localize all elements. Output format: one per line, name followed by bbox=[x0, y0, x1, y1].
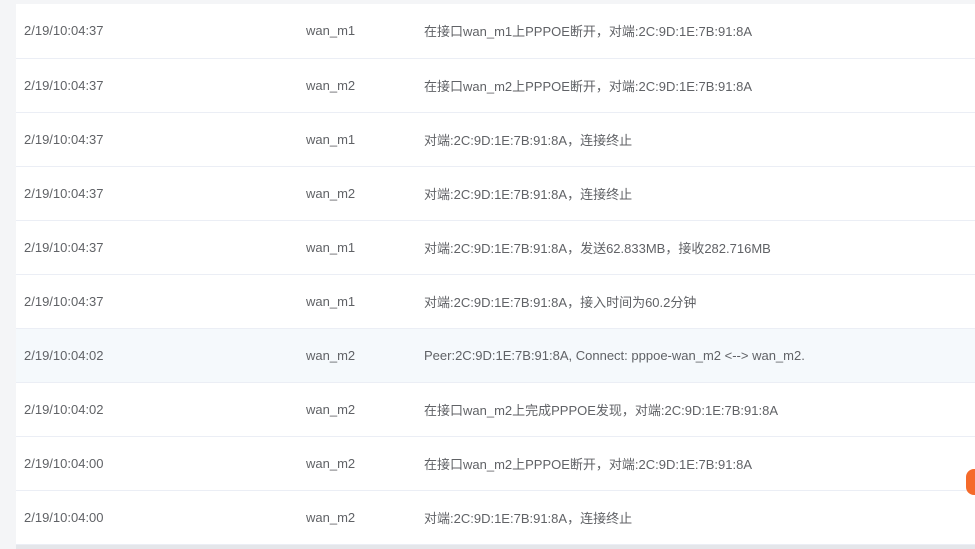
table-row[interactable]: 2/19/10:04:37 wan_m1 对端:2C:9D:1E:7B:91:8… bbox=[16, 274, 975, 328]
log-time: 2/19/10:04:00 bbox=[24, 455, 104, 471]
log-time: 2/19/10:04:37 bbox=[24, 23, 104, 39]
log-time: 2/19/10:04:37 bbox=[24, 77, 104, 93]
log-message: 在接口wan_m2上PPPOE断开，对端:2C:9D:1E:7B:91:8A bbox=[424, 78, 753, 94]
table-row[interactable]: 2/19/10:04:37 wan_m2 在接口wan_m2上PPPOE断开，对… bbox=[16, 58, 975, 112]
log-interface: wan_m2 bbox=[306, 401, 356, 417]
log-message: 在接口wan_m2上完成PPPOE发现，对端:2C:9D:1E:7B:91:8A bbox=[424, 402, 779, 418]
table-row[interactable]: 2/19/10:04:00 wan_m2 在接口wan_m2上PPPOE断开，对… bbox=[16, 436, 975, 490]
floating-service-widget[interactable] bbox=[966, 469, 975, 495]
log-interface: wan_m2 bbox=[306, 347, 356, 363]
log-table: 2/19/10:04:37 wan_m1 在接口wan_m1上PPPOE断开，对… bbox=[16, 4, 975, 545]
log-panel: 2/19/10:04:37 wan_m1 在接口wan_m1上PPPOE断开，对… bbox=[16, 4, 975, 545]
log-time: 2/19/10:04:02 bbox=[24, 401, 104, 417]
log-interface: wan_m2 bbox=[306, 185, 356, 201]
horizontal-scrollbar[interactable] bbox=[16, 545, 975, 549]
log-message: Peer:2C:9D:1E:7B:91:8A, Connect: pppoe-w… bbox=[424, 347, 805, 363]
table-row[interactable]: 2/19/10:04:37 wan_m1 对端:2C:9D:1E:7B:91:8… bbox=[16, 112, 975, 166]
table-row-hovered[interactable]: 2/19/10:04:02 wan_m2 Peer:2C:9D:1E:7B:91… bbox=[16, 328, 975, 382]
log-interface: wan_m1 bbox=[306, 239, 356, 255]
log-interface: wan_m2 bbox=[306, 77, 356, 93]
log-time: 2/19/10:04:00 bbox=[24, 509, 104, 525]
log-time: 2/19/10:04:37 bbox=[24, 185, 104, 201]
log-message: 在接口wan_m2上PPPOE断开，对端:2C:9D:1E:7B:91:8A bbox=[424, 456, 753, 472]
log-message: 对端:2C:9D:1E:7B:91:8A，发送62.833MB，接收282.71… bbox=[424, 240, 771, 256]
table-row[interactable]: 2/19/10:04:37 wan_m1 对端:2C:9D:1E:7B:91:8… bbox=[16, 220, 975, 274]
log-message: 对端:2C:9D:1E:7B:91:8A，接入时间为60.2分钟 bbox=[424, 294, 697, 310]
log-message: 在接口wan_m1上PPPOE断开，对端:2C:9D:1E:7B:91:8A bbox=[424, 24, 753, 40]
table-row[interactable]: 2/19/10:04:02 wan_m2 在接口wan_m2上完成PPPOE发现… bbox=[16, 382, 975, 436]
log-interface: wan_m2 bbox=[306, 455, 356, 471]
log-message: 对端:2C:9D:1E:7B:91:8A，连接终止 bbox=[424, 186, 633, 202]
table-row[interactable]: 2/19/10:04:37 wan_m1 在接口wan_m1上PPPOE断开，对… bbox=[16, 4, 975, 58]
log-interface: wan_m1 bbox=[306, 293, 356, 309]
table-row[interactable]: 2/19/10:04:00 wan_m2 对端:2C:9D:1E:7B:91:8… bbox=[16, 490, 975, 544]
log-time: 2/19/10:04:37 bbox=[24, 131, 104, 147]
log-message: 对端:2C:9D:1E:7B:91:8A，连接终止 bbox=[424, 510, 633, 526]
log-message: 对端:2C:9D:1E:7B:91:8A，连接终止 bbox=[424, 132, 633, 148]
log-interface: wan_m1 bbox=[306, 23, 356, 39]
table-row[interactable]: 2/19/10:04:37 wan_m2 对端:2C:9D:1E:7B:91:8… bbox=[16, 166, 975, 220]
log-time: 2/19/10:04:37 bbox=[24, 239, 104, 255]
log-time: 2/19/10:04:37 bbox=[24, 293, 104, 309]
log-interface: wan_m1 bbox=[306, 131, 356, 147]
log-time: 2/19/10:04:02 bbox=[24, 347, 104, 363]
log-interface: wan_m2 bbox=[306, 509, 356, 525]
